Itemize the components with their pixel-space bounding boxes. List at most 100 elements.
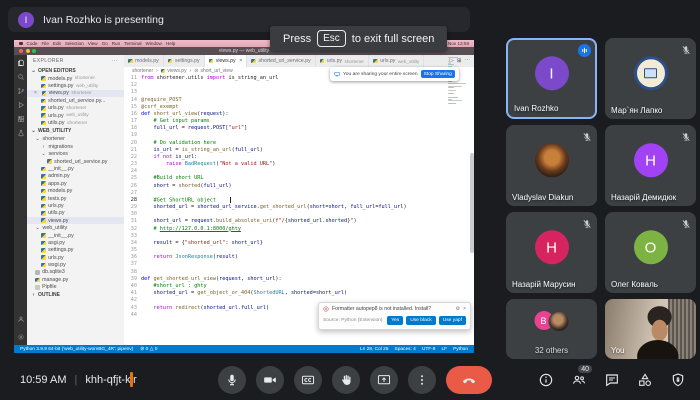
file-item[interactable]: urls.py — [27, 202, 124, 209]
file-item[interactable]: utils.py — [27, 210, 124, 217]
open-editor-item[interactable]: shorted_url_service.py... — [27, 97, 124, 104]
status-item[interactable]: UTF-8 — [422, 347, 436, 352]
minimap[interactable] — [448, 57, 468, 106]
participant-tile[interactable]: HНазарій Марусин — [506, 212, 597, 293]
account-icon[interactable] — [17, 315, 25, 323]
debug-icon[interactable] — [17, 101, 25, 109]
menu-item-help[interactable]: Help — [166, 41, 175, 46]
close-icon[interactable]: × — [463, 306, 466, 312]
editor-scrollbar[interactable] — [470, 153, 474, 253]
participant-tile[interactable]: OОлег Коваль — [605, 212, 696, 293]
raise-hand-button[interactable] — [332, 366, 360, 394]
ext-icon[interactable] — [17, 115, 25, 123]
file-item[interactable]: db.sqlite3 — [27, 269, 124, 276]
tab-views-py[interactable]: views.py× — [205, 55, 248, 67]
folder-item[interactable]: ›migrations — [27, 143, 124, 150]
captions-button[interactable] — [294, 366, 322, 394]
tab-urls-py[interactable]: urls.pyweb_utility — [369, 55, 424, 67]
file-item[interactable]: shorted_url_service.py — [27, 158, 124, 165]
file-item[interactable]: views.py — [27, 217, 124, 224]
menu-item-file[interactable]: File — [41, 41, 48, 46]
menu-item-terminal[interactable]: Terminal — [124, 41, 141, 46]
people-button[interactable]: 40 — [571, 372, 587, 388]
folder-item[interactable]: ⌄web_utility — [27, 224, 124, 231]
open-editor-item[interactable]: models.pyshortener — [27, 75, 124, 82]
breadcrumb-item[interactable]: ⊘short_url_view — [194, 68, 232, 74]
test-icon[interactable] — [17, 129, 25, 137]
close-icon[interactable]: × — [34, 90, 38, 96]
file-item[interactable]: wsgi.py — [27, 261, 124, 268]
explorer-more-icon[interactable]: ··· — [112, 58, 118, 64]
tab-shorted_url_service-py[interactable]: shorted_url_service.py — [247, 55, 315, 67]
more-button[interactable] — [408, 366, 436, 394]
chat-button[interactable] — [604, 372, 620, 388]
python-env[interactable]: Python 3.9.9 64-bit ('web_utility-womBG_… — [20, 347, 133, 352]
file-item[interactable]: asgi.py — [27, 239, 124, 246]
host-controls-button[interactable] — [670, 372, 686, 388]
files-icon[interactable] — [17, 59, 25, 67]
file-item[interactable]: admin.py — [27, 173, 124, 180]
file-item[interactable]: settings.py — [27, 247, 124, 254]
info-button[interactable] — [538, 372, 554, 388]
status-item[interactable]: Ln 28, Col 25 — [360, 347, 389, 352]
menu-item-view[interactable]: View — [88, 41, 98, 46]
mic-button[interactable] — [218, 366, 246, 394]
tab-settings-py[interactable]: settings.py — [164, 55, 205, 67]
close-icon[interactable]: × — [239, 58, 242, 64]
folder-item[interactable]: ⌄shortener — [27, 136, 124, 143]
open-editor-item[interactable]: utils.pyshortener — [27, 119, 124, 126]
text-cursor — [230, 197, 231, 203]
participant-tile[interactable]: You — [605, 299, 696, 359]
open-editor-item[interactable]: urls.pyweb_utility — [27, 112, 124, 119]
status-item[interactable]: LF — [441, 347, 447, 352]
git-icon[interactable] — [17, 87, 25, 95]
menu-item-go[interactable]: Go — [102, 41, 108, 46]
file-item[interactable]: __init__.py — [27, 232, 124, 239]
search-icon[interactable] — [17, 73, 25, 81]
participant-tile[interactable]: B32 others — [506, 299, 597, 359]
breadcrumb-item[interactable]: views.py — [161, 68, 187, 74]
open-editor-item[interactable]: ×views.pyshortener — [27, 90, 124, 97]
open-editor-item[interactable]: urls.pyshortener — [27, 105, 124, 112]
participant-tile[interactable]: Vladyslav Diakun — [506, 125, 597, 206]
menu-item-selection[interactable]: Selection — [65, 41, 84, 46]
status-item[interactable]: Spaces: 4 — [395, 347, 416, 352]
end-call-button[interactable] — [446, 366, 492, 394]
menu-item-code[interactable]: Code — [27, 41, 38, 46]
file-item[interactable]: Pipfile — [27, 284, 124, 291]
file-item[interactable]: urls.py — [27, 254, 124, 261]
file-label: settings.py — [48, 247, 73, 253]
gear-icon[interactable]: ⚙ — [456, 306, 460, 312]
participant-tile[interactable]: IIvan Rozhko — [506, 38, 597, 119]
outline-header[interactable]: › OUTLINE — [27, 291, 124, 300]
cam-button[interactable] — [256, 366, 284, 394]
gear-icon[interactable] — [17, 333, 25, 341]
tab-urls-py[interactable]: urls.pyshortener — [316, 55, 369, 67]
open-editor-item[interactable]: settings.pyweb_utility — [27, 82, 124, 89]
yes-button[interactable]: Yes — [387, 316, 403, 325]
code-line: 25 #Build short URL — [124, 175, 474, 182]
breadcrumb-item[interactable]: shortener — [132, 68, 153, 74]
file-item[interactable]: manage.py — [27, 276, 124, 283]
menu-item-edit[interactable]: Edit — [53, 41, 61, 46]
sharing-toast: You are sharing your entire screen Stop … — [330, 67, 459, 81]
open-editors-header[interactable]: ⌄ OPEN EDITORS — [27, 66, 124, 75]
present-button[interactable] — [370, 366, 398, 394]
file-item[interactable]: models.py — [27, 187, 124, 194]
stop-sharing-button[interactable]: Stop Sharing — [421, 70, 455, 78]
participant-tile[interactable]: Мар`ян Лапко — [605, 38, 696, 119]
use-yapf-button[interactable]: Use yapf — [439, 316, 466, 325]
participant-tile[interactable]: HНазарій Демидюк — [605, 125, 696, 206]
file-item[interactable]: apps.py — [27, 180, 124, 187]
status-item[interactable]: Python — [453, 347, 468, 352]
activities-button[interactable] — [637, 372, 653, 388]
folder-item[interactable]: ⌄services — [27, 151, 124, 158]
file-item[interactable]: __init__.py — [27, 165, 124, 172]
problems-indicator[interactable]: ⊘ 0 △ 0 — [140, 347, 157, 352]
menu-item-run[interactable]: Run — [112, 41, 120, 46]
tab-models-py[interactable]: models.py — [124, 55, 164, 67]
workspace-header[interactable]: ⌄ WEB_UTILITY — [27, 127, 124, 136]
use-black-button[interactable]: Use black — [406, 316, 435, 325]
menu-item-window[interactable]: Window — [146, 41, 162, 46]
file-item[interactable]: tests.py — [27, 195, 124, 202]
